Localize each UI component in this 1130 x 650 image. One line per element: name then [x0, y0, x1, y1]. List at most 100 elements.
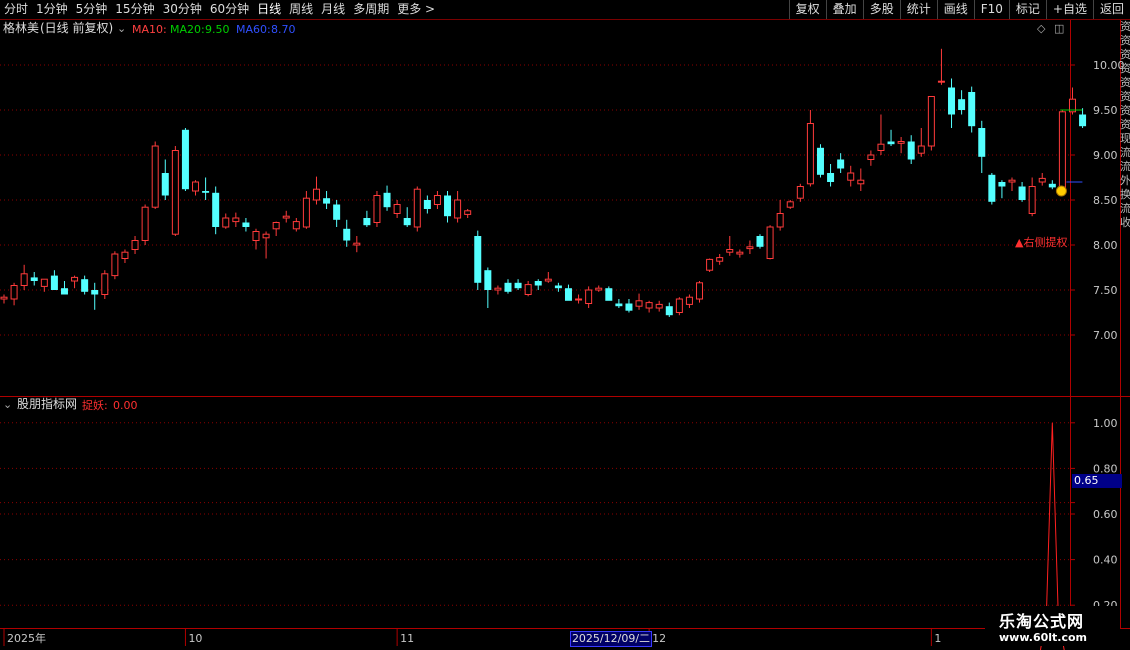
candle-body-up: [20, 273, 28, 286]
candle-body-up: [222, 217, 230, 228]
candle-body-up: [252, 231, 260, 241]
time-tick-label: 1: [934, 632, 941, 645]
time-tick-label: 2025年: [7, 631, 46, 645]
candle-body-down: [907, 141, 915, 160]
candle-body-up: [464, 210, 472, 215]
candle-body-down: [383, 192, 391, 208]
candle-body-down: [333, 204, 341, 220]
side-info-column: 资资资资资资资资现流流外换流收: [1120, 20, 1130, 229]
candle-body-down: [1018, 186, 1026, 200]
indicator-tick-label: 1.00: [1093, 417, 1118, 430]
candle-body-up: [373, 195, 381, 223]
candle-body-up: [1038, 177, 1046, 183]
candle-body-up: [454, 199, 462, 219]
candle-body-down: [827, 173, 835, 182]
indicator-current-value: 0.65: [1072, 474, 1122, 488]
stock-name: 格林美: [3, 21, 40, 35]
ma20-value: 9.50: [205, 23, 230, 36]
candle-body-down: [756, 236, 764, 247]
candle-body-down: [81, 279, 89, 292]
candle-body-down: [181, 129, 189, 190]
candle-body-up: [0, 296, 8, 300]
candle-body-down: [484, 270, 492, 290]
candle-body-down: [343, 228, 351, 241]
candle-body-down: [504, 282, 512, 292]
candle-body-down: [554, 285, 562, 289]
candle-body-up: [282, 215, 290, 219]
watermark-logo: 乐淘公式网 www.60lt.com: [985, 606, 1120, 646]
candle-body-up: [312, 188, 320, 201]
candle-body-down: [212, 192, 220, 227]
candle-body-up: [897, 141, 905, 144]
candle-body-up: [927, 96, 935, 147]
period-label: (日线 前复权): [40, 21, 114, 35]
candle-body-down: [887, 141, 895, 145]
candle-body-up: [575, 298, 583, 301]
candle-body-down: [202, 191, 210, 193]
candle-body-up: [806, 123, 814, 185]
candle-body-down: [474, 236, 482, 283]
candle-body-up: [635, 300, 643, 307]
ma60-value: 8.70: [271, 23, 296, 36]
indicator-name: 股朋指标网: [17, 397, 78, 411]
candle-body-up: [595, 287, 603, 291]
candle-body-up: [292, 221, 300, 230]
candle-body-up: [494, 287, 502, 291]
candle-body-up: [544, 278, 552, 282]
candle-body-up: [867, 154, 875, 160]
price-tick-label: 8.00: [1093, 239, 1118, 252]
candle-body-up: [645, 302, 653, 309]
price-tick-label: 7.00: [1093, 329, 1118, 342]
indicator-chevron-icon[interactable]: ⌄: [3, 398, 12, 411]
candle-body-up: [71, 276, 79, 282]
candle-body-up: [151, 145, 159, 208]
candle-body-up: [1008, 179, 1016, 183]
candle-body-up: [736, 251, 744, 255]
candle-body-up: [585, 289, 593, 304]
chevron-down-icon[interactable]: ⌄: [117, 22, 126, 35]
candle-body-up: [121, 251, 129, 259]
price-tick-label: 7.50: [1093, 284, 1118, 297]
candle-body-down: [837, 159, 845, 169]
candle-body-up: [937, 80, 945, 83]
candle-body-up: [746, 246, 754, 250]
candle-body-down: [242, 222, 250, 227]
ma20-label: MA20:: [170, 23, 205, 36]
candle-body-up: [101, 273, 109, 295]
candle-body-down: [363, 218, 371, 226]
price-marker-dot: [1055, 185, 1067, 197]
candle-body-up: [40, 278, 48, 287]
right-annotation: ▲右侧提权: [1015, 236, 1068, 249]
candle-body-down: [988, 174, 996, 202]
candle-body-down: [978, 128, 986, 157]
price-tick-label: 8.50: [1093, 194, 1118, 207]
candle-body-up: [685, 296, 693, 305]
candle-body-up: [706, 258, 714, 271]
candle-body-down: [161, 173, 169, 196]
time-tick-label: 11: [400, 632, 414, 645]
chart-canvas[interactable]: 10.009.509.008.508.007.507.001.000.800.6…: [0, 0, 1130, 650]
candle-body-up: [302, 197, 310, 228]
candle-body-up: [857, 179, 865, 185]
candle-body-up: [675, 298, 683, 313]
candle-body-up: [141, 206, 149, 241]
candle-body-up: [413, 188, 421, 228]
candle-body-up: [655, 303, 663, 309]
candle-body-up: [171, 150, 179, 235]
cursor-date: 2025/12/09/二: [570, 631, 652, 647]
candle-body-up: [272, 222, 280, 230]
candle-body-up: [726, 249, 734, 253]
diamond-icon[interactable]: ◇: [1037, 22, 1045, 35]
candle-body-up: [917, 145, 925, 154]
panel-toggle-icon[interactable]: ◫: [1054, 22, 1064, 35]
indicator-series-value: 0.00: [113, 399, 138, 412]
candle-body-down: [1048, 183, 1056, 188]
candle-body-down: [615, 303, 623, 307]
candle-body-up: [877, 143, 885, 151]
candle-body-up: [1058, 111, 1066, 192]
candle-body-up: [696, 282, 704, 300]
candle-body-up: [131, 240, 139, 250]
candle-body-up: [776, 213, 784, 228]
candle-body-up: [111, 253, 119, 277]
candle-body-up: [766, 226, 774, 259]
